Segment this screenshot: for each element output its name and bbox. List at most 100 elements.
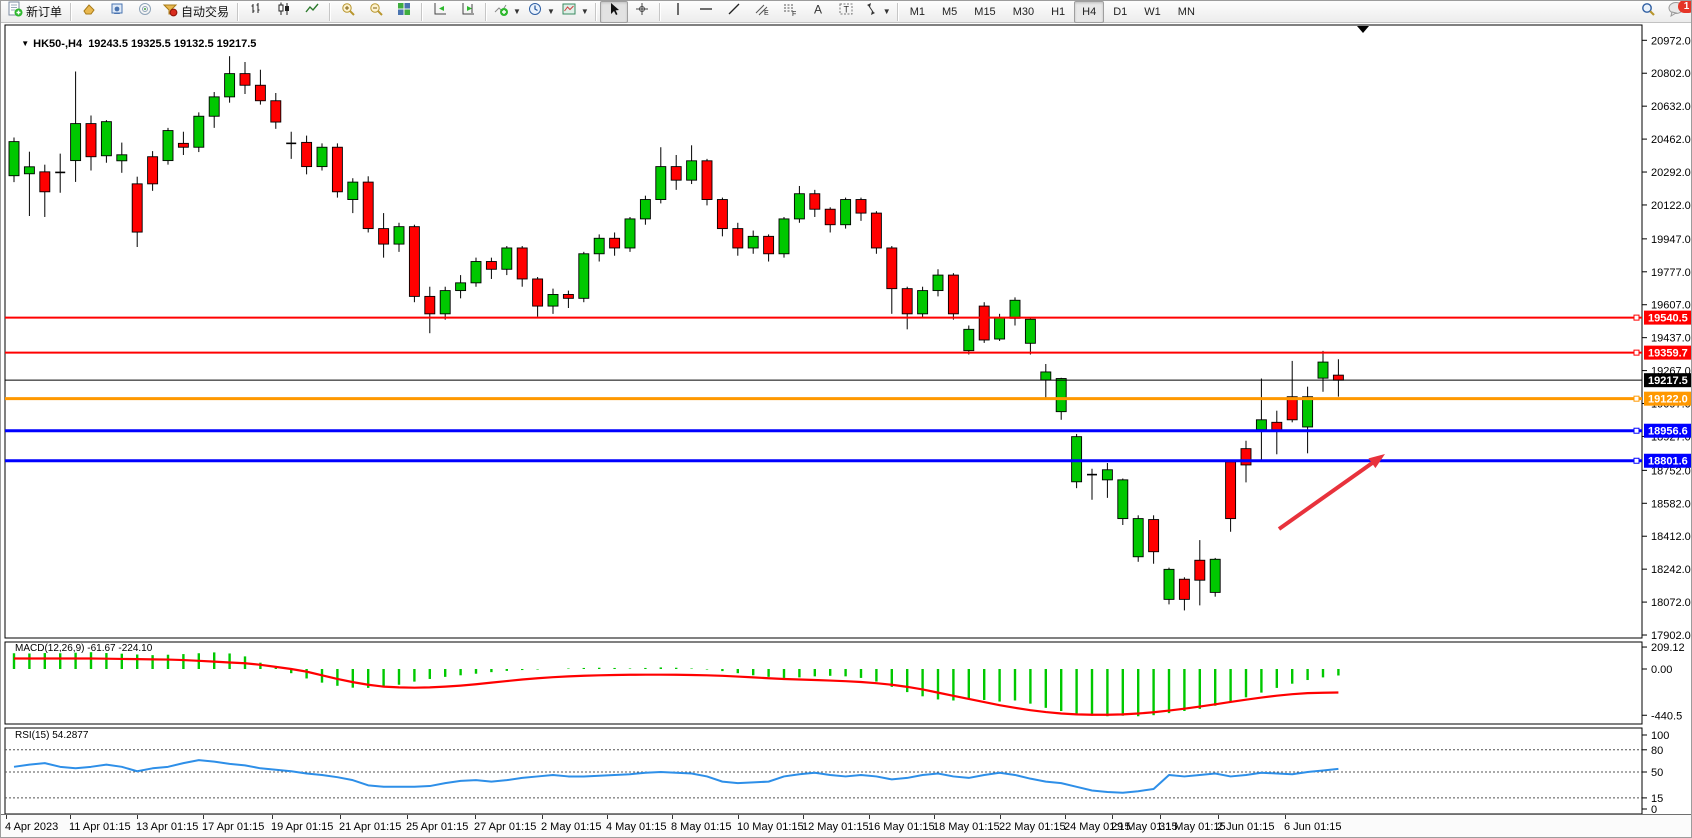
candle-body [255, 85, 265, 100]
time-axis-label: 10 May 01:15 [737, 821, 804, 833]
line-anchor-handle[interactable] [1634, 458, 1639, 463]
search-button[interactable] [1634, 1, 1662, 23]
chart-ohlc-values: 19243.5 19325.5 19132.5 19217.5 [88, 38, 256, 50]
candle-body [1210, 559, 1220, 592]
zoom-out-button[interactable] [362, 1, 390, 23]
candle-body [1025, 319, 1035, 343]
candle-body [733, 229, 743, 248]
autotrading-label: 自动交易 [181, 3, 231, 20]
time-axis[interactable]: 4 Apr 202311 Apr 01:1513 Apr 01:1517 Apr… [1, 814, 1692, 838]
chevron-down-icon: ▼ [547, 7, 555, 16]
tf-M30[interactable]: M30 [1005, 1, 1042, 23]
time-axis-tick [934, 815, 935, 819]
time-axis-tick [70, 815, 71, 819]
candle-body [1241, 449, 1251, 465]
tf-MN[interactable]: MN [1170, 1, 1203, 23]
candle [579, 252, 589, 302]
chevron-down-icon: ▼ [581, 7, 589, 16]
templates-button[interactable]: ▼ [558, 1, 592, 23]
channel-button[interactable]: E [748, 1, 776, 23]
text-button[interactable]: A [804, 1, 832, 23]
tile-windows-icon [396, 1, 412, 22]
line-anchor-handle[interactable] [1634, 396, 1639, 401]
candle-body [271, 101, 281, 122]
arrows-tool-button[interactable]: ▼ [860, 1, 894, 23]
time-axis-label: 19 Apr 01:15 [271, 821, 333, 833]
periods-button[interactable]: ▼ [524, 1, 558, 23]
price-badge-label: 19359.7 [1648, 348, 1688, 360]
tf-H4[interactable]: H4 [1074, 1, 1104, 23]
zoom-in-button[interactable] [334, 1, 362, 23]
candle-body [1164, 569, 1174, 599]
tf-M5[interactable]: M5 [934, 1, 965, 23]
trendline-button[interactable] [720, 1, 748, 23]
chart-shift-button[interactable] [454, 1, 482, 23]
candle [979, 302, 989, 343]
price-tick-label: 18242.0 [1651, 564, 1691, 576]
indicators-button[interactable]: ▼ [490, 1, 524, 23]
line-anchor-handle[interactable] [1634, 350, 1639, 355]
crosshair-icon [634, 1, 650, 22]
rsi-tick-label: 0 [1651, 804, 1657, 814]
candle [409, 225, 419, 302]
data-window-icon [109, 1, 125, 22]
candle-body [101, 122, 111, 156]
line-anchor-handle[interactable] [1634, 315, 1639, 320]
candle-body [209, 97, 219, 116]
candle-body [1149, 520, 1159, 552]
tf-D1[interactable]: D1 [1105, 1, 1135, 23]
tf-H1[interactable]: H1 [1043, 1, 1073, 23]
rsi-tick-label: 50 [1651, 767, 1663, 779]
price-badge-label: 19122.0 [1648, 394, 1688, 406]
candle [964, 325, 974, 354]
time-axis-tick [803, 815, 804, 819]
chat-button[interactable]: 1 [1662, 1, 1690, 23]
auto-scroll-button[interactable] [426, 1, 454, 23]
symbol-dropdown-icon[interactable]: ▼ [21, 39, 29, 48]
horizontal-line-button[interactable] [692, 1, 720, 23]
cursor-button[interactable] [600, 1, 628, 23]
candle [841, 198, 851, 229]
candle-body [656, 167, 666, 200]
tf-W1[interactable]: W1 [1136, 1, 1169, 23]
tile-windows-button[interactable] [390, 1, 418, 23]
bar-chart-button[interactable] [242, 1, 270, 23]
time-axis-label: 2 May 01:15 [541, 821, 602, 833]
trendline-icon [726, 1, 742, 22]
autotrading-button[interactable]: 自动交易 [159, 1, 234, 23]
crosshair-button[interactable] [628, 1, 656, 23]
navigator-button[interactable] [131, 1, 159, 23]
price-badge-label: 19540.5 [1648, 313, 1688, 325]
market-watch-button[interactable] [75, 1, 103, 23]
separator [485, 3, 487, 21]
price-tick-label: 19947.0 [1651, 234, 1691, 246]
candle-body [240, 74, 250, 86]
price-axis[interactable]: 20972.020802.020632.020462.020292.020122… [1642, 35, 1691, 642]
candle-body [1195, 560, 1205, 580]
time-axis-label: 25 Apr 01:15 [406, 821, 468, 833]
candle-body [1226, 462, 1236, 519]
text-label-button[interactable]: T [832, 1, 860, 23]
rsi-tick-label: 100 [1651, 730, 1669, 742]
search-icon [1640, 1, 1656, 22]
chart-title: ▼HK50-,H4 19243.5 19325.5 19132.5 19217.… [9, 26, 256, 62]
zoom-out-icon [368, 1, 384, 22]
fibonacci-button[interactable]: F [776, 1, 804, 23]
chart-canvas[interactable]: 20972.020802.020632.020462.020292.020122… [1, 23, 1692, 814]
tf-M1[interactable]: M1 [902, 1, 933, 23]
candle-body [394, 227, 404, 244]
cursor-icon [606, 1, 622, 22]
candle-body [579, 254, 589, 299]
new-order-button[interactable]: 新订单 [4, 1, 67, 23]
line-chart-button[interactable] [298, 1, 326, 23]
candle-body [24, 167, 34, 174]
candle-body [194, 116, 204, 147]
data-window-button[interactable] [103, 1, 131, 23]
line-anchor-handle[interactable] [1634, 428, 1639, 433]
time-axis-tick [738, 815, 739, 819]
candle [363, 176, 373, 232]
vertical-line-button[interactable] [664, 1, 692, 23]
candlestick-button[interactable] [270, 1, 298, 23]
tf-M15[interactable]: M15 [966, 1, 1003, 23]
candle-body [640, 200, 650, 219]
